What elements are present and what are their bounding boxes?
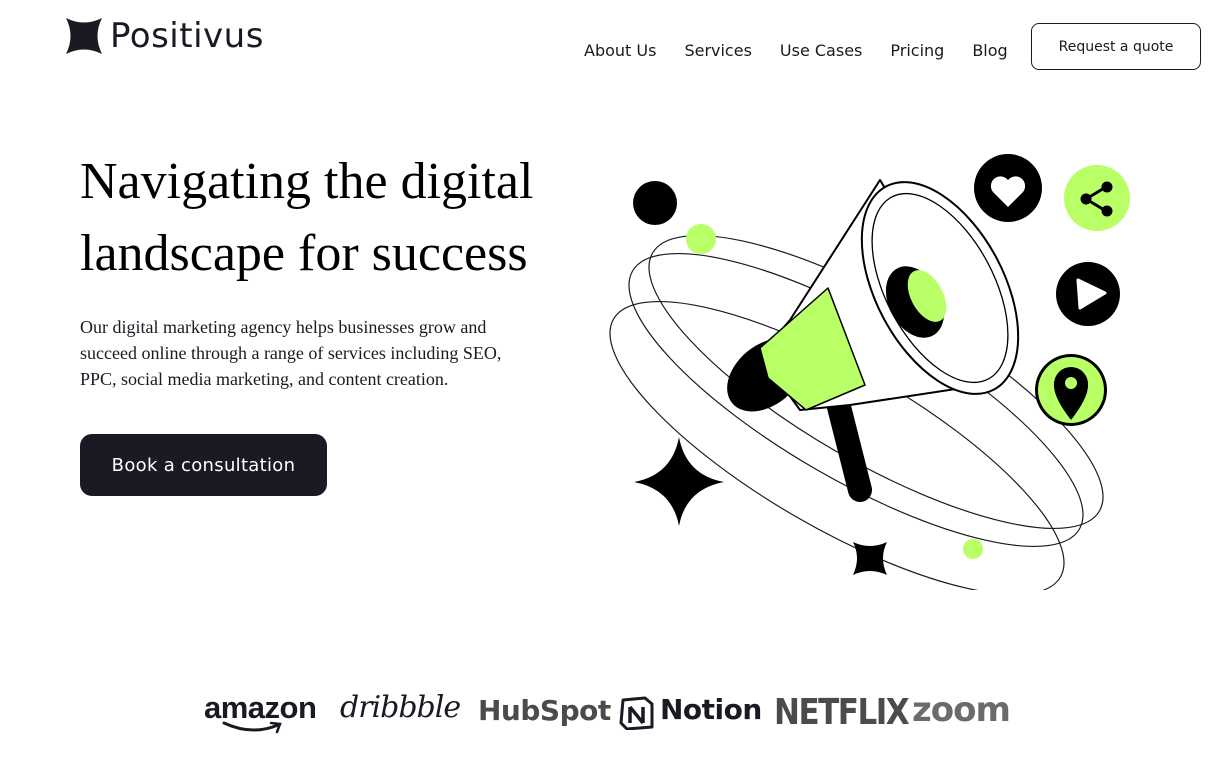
logo[interactable]: Positivus [66, 18, 264, 54]
notion-logo: Notion [660, 693, 762, 726]
hero-title: Navigating the digital landscape for suc… [80, 153, 534, 282]
nav-use-cases[interactable]: Use Cases [780, 41, 862, 61]
hero-description: Our digital marketing agency helps busin… [80, 317, 502, 389]
nav-services[interactable]: Services [684, 41, 751, 61]
amazon-smile-icon [222, 721, 282, 734]
logo-text: Positivus [110, 16, 264, 56]
main-nav: About Us Services Use Cases Pricing Blog [584, 41, 1008, 61]
green-dot-small [963, 539, 983, 559]
black-dot [633, 181, 677, 225]
play-icon [1056, 262, 1120, 326]
book-consultation-button[interactable]: Book a consultation [80, 434, 327, 496]
request-quote-button[interactable]: Request a quote [1031, 23, 1201, 70]
share-icon [1064, 165, 1130, 231]
green-dot [686, 224, 716, 254]
nav-about-us[interactable]: About Us [584, 41, 656, 61]
four-point-star-icon [66, 18, 102, 54]
netflix-logo: NETFLIX [774, 692, 910, 734]
sparkle-icon [634, 437, 724, 526]
notion-icon [619, 696, 654, 730]
nav-pricing[interactable]: Pricing [890, 41, 944, 61]
nav-blog[interactable]: Blog [972, 41, 1007, 61]
dribbble-logo: dribbble [340, 690, 461, 725]
location-pin-icon [1035, 354, 1107, 426]
heart-icon [974, 154, 1042, 222]
hero-illustration [609, 154, 1130, 590]
zoom-logo: zoom [912, 690, 1011, 730]
hubspot-logo: HubSpot [478, 694, 611, 727]
client-logos: amazon dribbble HubSpot Notion NETFLIX z… [0, 690, 1224, 740]
small-star-icon [853, 542, 887, 575]
